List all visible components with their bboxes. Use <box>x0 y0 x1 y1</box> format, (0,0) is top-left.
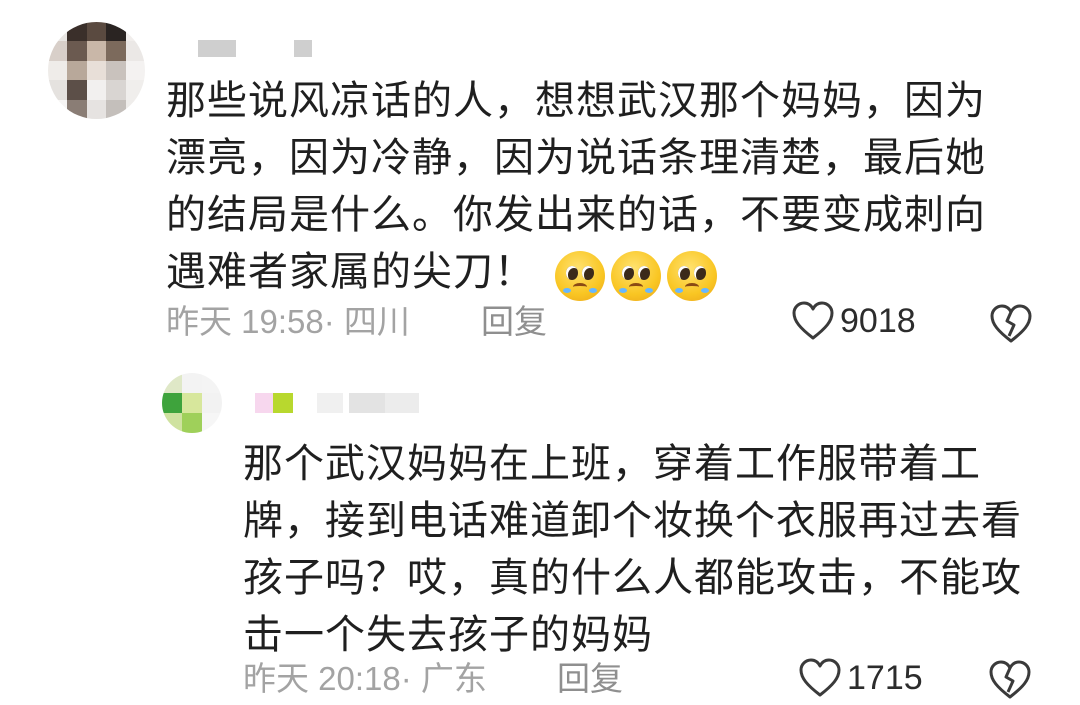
like-button[interactable]: 9018 <box>790 300 916 342</box>
pleading-face-emoji <box>611 250 661 301</box>
broken-heart-icon <box>989 660 1031 699</box>
reply-dislike-button[interactable] <box>987 659 1033 705</box>
reply-reply-button[interactable]: 回复 <box>557 659 623 699</box>
reply-text: 那个武汉妈妈在上班，穿着工作服带着工牌，接到电话难道卸个妆换个衣服再过去看孩子吗… <box>243 441 1022 658</box>
pleading-face-emoji <box>555 250 605 301</box>
dislike-button[interactable] <box>988 303 1034 349</box>
commenter-name-blurred[interactable] <box>198 40 318 60</box>
pleading-face-emoji <box>667 250 717 301</box>
reply-author-name-blurred[interactable] <box>255 393 455 417</box>
comment-timestamp-location: 昨天 19:58· 四川 <box>166 303 410 340</box>
heart-icon <box>799 658 841 697</box>
broken-heart-icon <box>990 304 1032 343</box>
reply-like-count: 1715 <box>847 658 923 697</box>
heart-icon <box>792 301 834 340</box>
commenter-avatar[interactable] <box>48 22 145 119</box>
reply-avatar[interactable] <box>162 373 222 433</box>
comment-text: 那些说风凉话的人，想想武汉那个妈妈，因为漂亮，因为冷静，因为说话条理清楚，最后她… <box>166 73 1026 303</box>
reply-like-button[interactable]: 1715 <box>797 657 923 699</box>
reply-button[interactable]: 回复 <box>481 302 547 342</box>
emoji-group <box>555 246 723 303</box>
like-count: 9018 <box>840 301 916 340</box>
reply-timestamp-location: 昨天 20:18· 广东 <box>243 660 487 697</box>
